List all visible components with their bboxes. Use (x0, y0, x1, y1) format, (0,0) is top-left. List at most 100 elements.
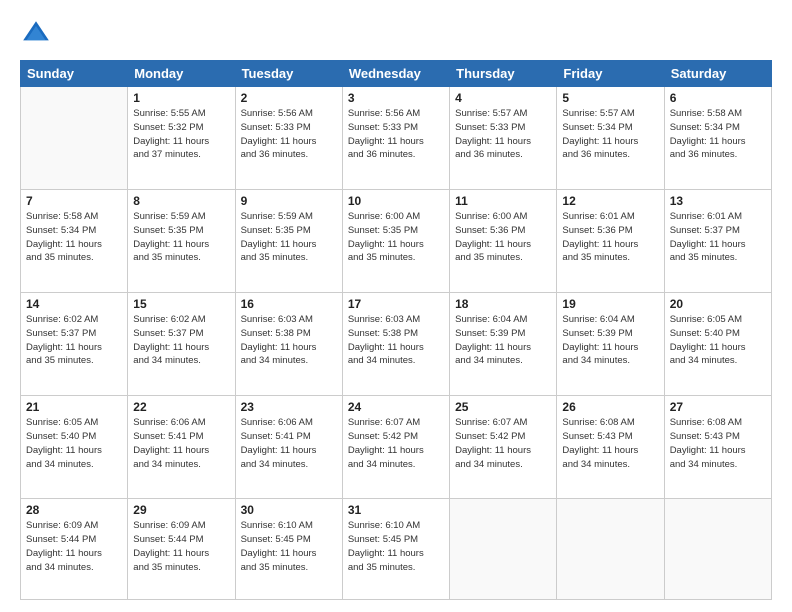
day-number: 7 (26, 194, 122, 208)
calendar-cell (557, 499, 664, 600)
calendar-cell: 12 Sunrise: 6:01 AMSunset: 5:36 PMDayligh… (557, 190, 664, 293)
day-info: Sunrise: 6:08 AMSunset: 5:43 PMDaylight:… (670, 416, 766, 471)
calendar-cell: 11 Sunrise: 6:00 AMSunset: 5:36 PMDayligh… (450, 190, 557, 293)
day-info: Sunrise: 6:00 AMSunset: 5:35 PMDaylight:… (348, 210, 444, 265)
day-info: Sunrise: 6:10 AMSunset: 5:45 PMDaylight:… (241, 519, 337, 574)
day-number: 15 (133, 297, 229, 311)
calendar-cell: 18 Sunrise: 6:04 AMSunset: 5:39 PMDayligh… (450, 293, 557, 396)
weekday-header: Saturday (664, 61, 771, 87)
calendar-cell: 20Sunrise: 6:05 AMSunset: 5:40 PMDayligh… (664, 293, 771, 396)
calendar-cell: 19 Sunrise: 6:04 AMSunset: 5:39 PMDayligh… (557, 293, 664, 396)
day-number: 1 (133, 91, 229, 105)
day-number: 8 (133, 194, 229, 208)
weekday-header: Monday (128, 61, 235, 87)
day-number: 28 (26, 503, 122, 517)
calendar-cell: 25 Sunrise: 6:07 AMSunset: 5:42 PMDayligh… (450, 396, 557, 499)
weekday-header: Tuesday (235, 61, 342, 87)
calendar-cell: 23Sunrise: 6:06 AMSunset: 5:41 PMDayligh… (235, 396, 342, 499)
day-info: Sunrise: 6:08 AMSunset: 5:43 PMDaylight:… (562, 416, 658, 471)
day-number: 29 (133, 503, 229, 517)
day-info: Sunrise: 6:01 AMSunset: 5:36 PMDaylight:… (562, 210, 658, 265)
calendar-cell: 16 Sunrise: 6:03 AMSunset: 5:38 PMDayligh… (235, 293, 342, 396)
calendar-cell: 3 Sunrise: 5:56 AMSunset: 5:33 PMDaylight… (342, 87, 449, 190)
day-number: 6 (670, 91, 766, 105)
weekday-header: Wednesday (342, 61, 449, 87)
calendar-cell: 28 Sunrise: 6:09 AMSunset: 5:44 PMDayligh… (21, 499, 128, 600)
day-number: 23 (241, 400, 337, 414)
day-info: Sunrise: 6:04 AMSunset: 5:39 PMDaylight:… (562, 313, 658, 368)
day-number: 26 (562, 400, 658, 414)
calendar-cell (21, 87, 128, 190)
logo-icon (20, 18, 52, 50)
week-row: 21 Sunrise: 6:05 AMSunset: 5:40 PMDayligh… (21, 396, 772, 499)
day-info: Sunrise: 5:58 AMSunset: 5:34 PMDaylight:… (670, 107, 766, 162)
day-info: Sunrise: 6:04 AMSunset: 5:39 PMDaylight:… (455, 313, 551, 368)
header (20, 18, 772, 50)
week-row: 7Sunrise: 5:58 AMSunset: 5:34 PMDaylight… (21, 190, 772, 293)
day-number: 13 (670, 194, 766, 208)
calendar-cell: 31Sunrise: 6:10 AMSunset: 5:45 PMDayligh… (342, 499, 449, 600)
day-number: 10 (348, 194, 444, 208)
day-info: Sunrise: 6:00 AMSunset: 5:36 PMDaylight:… (455, 210, 551, 265)
calendar-cell: 10 Sunrise: 6:00 AMSunset: 5:35 PMDayligh… (342, 190, 449, 293)
day-info: Sunrise: 6:07 AMSunset: 5:42 PMDaylight:… (455, 416, 551, 471)
day-number: 16 (241, 297, 337, 311)
day-number: 5 (562, 91, 658, 105)
day-info: Sunrise: 5:57 AMSunset: 5:34 PMDaylight:… (562, 107, 658, 162)
calendar-cell: 13Sunrise: 6:01 AMSunset: 5:37 PMDayligh… (664, 190, 771, 293)
day-info: Sunrise: 5:57 AMSunset: 5:33 PMDaylight:… (455, 107, 551, 162)
day-info: Sunrise: 6:02 AMSunset: 5:37 PMDaylight:… (26, 313, 122, 368)
day-info: Sunrise: 5:55 AMSunset: 5:32 PMDaylight:… (133, 107, 229, 162)
day-info: Sunrise: 6:09 AMSunset: 5:44 PMDaylight:… (26, 519, 122, 574)
calendar-cell: 1 Sunrise: 5:55 AMSunset: 5:32 PMDaylight… (128, 87, 235, 190)
calendar-table: SundayMondayTuesdayWednesdayThursdayFrid… (20, 60, 772, 600)
week-row: 1 Sunrise: 5:55 AMSunset: 5:32 PMDaylight… (21, 87, 772, 190)
calendar-cell: 29 Sunrise: 6:09 AMSunset: 5:44 PMDayligh… (128, 499, 235, 600)
day-info: Sunrise: 5:56 AMSunset: 5:33 PMDaylight:… (241, 107, 337, 162)
calendar-cell: 6 Sunrise: 5:58 AMSunset: 5:34 PMDaylight… (664, 87, 771, 190)
calendar-cell: 2Sunrise: 5:56 AMSunset: 5:33 PMDaylight… (235, 87, 342, 190)
day-info: Sunrise: 5:56 AMSunset: 5:33 PMDaylight:… (348, 107, 444, 162)
calendar-cell: 22 Sunrise: 6:06 AMSunset: 5:41 PMDayligh… (128, 396, 235, 499)
day-number: 19 (562, 297, 658, 311)
calendar-cell: 7Sunrise: 5:58 AMSunset: 5:34 PMDaylight… (21, 190, 128, 293)
weekday-header: Friday (557, 61, 664, 87)
day-number: 27 (670, 400, 766, 414)
weekday-header: Sunday (21, 61, 128, 87)
calendar-cell: 14 Sunrise: 6:02 AMSunset: 5:37 PMDayligh… (21, 293, 128, 396)
calendar-cell: 17Sunrise: 6:03 AMSunset: 5:38 PMDayligh… (342, 293, 449, 396)
day-number: 25 (455, 400, 551, 414)
calendar-cell: 27 Sunrise: 6:08 AMSunset: 5:43 PMDayligh… (664, 396, 771, 499)
day-info: Sunrise: 6:05 AMSunset: 5:40 PMDaylight:… (26, 416, 122, 471)
day-info: Sunrise: 6:07 AMSunset: 5:42 PMDaylight:… (348, 416, 444, 471)
day-info: Sunrise: 5:59 AMSunset: 5:35 PMDaylight:… (133, 210, 229, 265)
calendar-cell: 15 Sunrise: 6:02 AMSunset: 5:37 PMDayligh… (128, 293, 235, 396)
day-info: Sunrise: 6:05 AMSunset: 5:40 PMDaylight:… (670, 313, 766, 368)
day-number: 18 (455, 297, 551, 311)
calendar-cell: 21 Sunrise: 6:05 AMSunset: 5:40 PMDayligh… (21, 396, 128, 499)
calendar-cell: 8 Sunrise: 5:59 AMSunset: 5:35 PMDaylight… (128, 190, 235, 293)
day-number: 11 (455, 194, 551, 208)
calendar-cell: 24Sunrise: 6:07 AMSunset: 5:42 PMDayligh… (342, 396, 449, 499)
day-number: 12 (562, 194, 658, 208)
calendar-cell: 5 Sunrise: 5:57 AMSunset: 5:34 PMDaylight… (557, 87, 664, 190)
day-number: 3 (348, 91, 444, 105)
weekday-header: Thursday (450, 61, 557, 87)
day-info: Sunrise: 6:03 AMSunset: 5:38 PMDaylight:… (348, 313, 444, 368)
logo (20, 18, 56, 50)
day-info: Sunrise: 6:06 AMSunset: 5:41 PMDaylight:… (133, 416, 229, 471)
day-number: 21 (26, 400, 122, 414)
calendar-cell: 26 Sunrise: 6:08 AMSunset: 5:43 PMDayligh… (557, 396, 664, 499)
day-number: 14 (26, 297, 122, 311)
calendar-cell (450, 499, 557, 600)
day-number: 22 (133, 400, 229, 414)
day-info: Sunrise: 6:09 AMSunset: 5:44 PMDaylight:… (133, 519, 229, 574)
day-number: 9 (241, 194, 337, 208)
day-info: Sunrise: 6:02 AMSunset: 5:37 PMDaylight:… (133, 313, 229, 368)
day-info: Sunrise: 5:59 AMSunset: 5:35 PMDaylight:… (241, 210, 337, 265)
day-number: 30 (241, 503, 337, 517)
calendar-cell: 4Sunrise: 5:57 AMSunset: 5:33 PMDaylight… (450, 87, 557, 190)
calendar-cell: 9 Sunrise: 5:59 AMSunset: 5:35 PMDaylight… (235, 190, 342, 293)
day-number: 31 (348, 503, 444, 517)
day-info: Sunrise: 6:03 AMSunset: 5:38 PMDaylight:… (241, 313, 337, 368)
